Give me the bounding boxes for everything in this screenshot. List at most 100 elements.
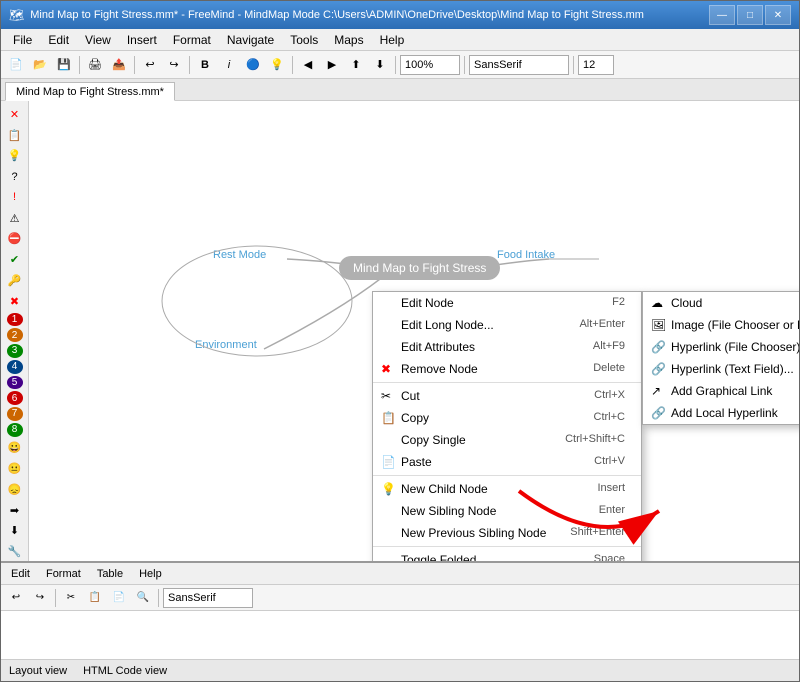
cm-paste[interactable]: 📄 Paste Ctrl+V (373, 451, 641, 473)
sidebar-arrow-1[interactable]: ➡ (4, 501, 26, 520)
bold-button[interactable]: B (194, 54, 216, 76)
sm-hyperlink-file[interactable]: 🔗 Hyperlink (File Chooser)... (643, 336, 799, 358)
bottom-format-bar: ↩ ↪ ✂ 📋 📄 🔍 (1, 585, 799, 611)
cm-new-sibling[interactable]: New Sibling Node Enter (373, 500, 641, 522)
menu-format[interactable]: Format (165, 31, 219, 49)
bottom-font-input[interactable] (163, 588, 253, 608)
sidebar-smiley-3[interactable]: 😞 (4, 480, 26, 499)
html-code-view-label[interactable]: HTML Code view (83, 665, 167, 677)
sidebar-num-6[interactable]: 6 (7, 391, 23, 405)
italic-button[interactable]: i (218, 54, 240, 76)
print-button[interactable]: 🖨 (84, 54, 106, 76)
app-window: 🗺 Mind Map to Fight Stress.mm* - FreeMin… (0, 0, 800, 682)
cm-cut[interactable]: ✂ Cut Ctrl+X (373, 385, 641, 407)
sidebar-tool-2[interactable]: 💡 (4, 147, 26, 166)
cm-toggle-folded[interactable]: Toggle Folded Space (373, 549, 641, 561)
sm-hyperlink-text[interactable]: 🔗 Hyperlink (Text Field)... (643, 358, 799, 380)
nav-up[interactable]: ⬆ (345, 54, 367, 76)
bottom-menu-format[interactable]: Format (40, 567, 87, 581)
sidebar-smiley-2[interactable]: 😐 (4, 459, 26, 478)
save-button[interactable]: 💾 (53, 54, 75, 76)
center-node-label: Mind Map to Fight Stress (353, 261, 486, 275)
menu-help[interactable]: Help (372, 31, 413, 49)
bottom-content-area[interactable] (1, 611, 799, 659)
sm-image[interactable]: 🖼 Image (File Chooser or Link)... (643, 314, 799, 336)
open-button[interactable]: 📂 (29, 54, 51, 76)
node-button[interactable]: 🔵 (242, 54, 264, 76)
bottom-undo[interactable]: ↩ (5, 587, 27, 609)
bottom-copy-btn[interactable]: 📋 (84, 587, 106, 609)
cm-new-child[interactable]: 💡 New Child Node Insert (373, 478, 641, 500)
center-node[interactable]: Mind Map to Fight Stress (339, 256, 500, 280)
menu-insert[interactable]: Insert (119, 31, 165, 49)
node-environment[interactable]: Environment (195, 339, 257, 351)
nav-fwd[interactable]: ▶ (321, 54, 343, 76)
bottom-paste-btn[interactable]: 📄 (108, 587, 130, 609)
sidebar-tool-1[interactable]: 📋 (4, 126, 26, 145)
minimize-button[interactable]: — (709, 5, 735, 25)
cm-edit-attributes[interactable]: Edit Attributes Alt+F9 (373, 336, 641, 358)
node-food-intake[interactable]: Food Intake (497, 249, 555, 261)
cm-edit-long-node[interactable]: Edit Long Node... Alt+Enter (373, 314, 641, 336)
cm-remove-node[interactable]: ✖ Remove Node Delete (373, 358, 641, 380)
font-size-input[interactable] (578, 55, 614, 75)
cm-sep-1 (373, 382, 641, 383)
sidebar-tool-10[interactable]: 🔧 (4, 542, 26, 561)
layout-view-label[interactable]: Layout view (9, 665, 67, 677)
sidebar-tool-5[interactable]: ⚠ (4, 209, 26, 228)
bottom-menu-edit[interactable]: Edit (5, 567, 36, 581)
context-menu: Edit Node F2 Edit Long Node... Alt+Enter… (372, 291, 642, 561)
sidebar-tool-9[interactable]: ✖ (4, 292, 26, 311)
bottom-panel: Edit Format Table Help ↩ ↪ ✂ 📋 📄 🔍 Layou… (1, 561, 799, 681)
sidebar-tool-4[interactable]: ! (4, 188, 26, 207)
close-button[interactable]: ✕ (765, 5, 791, 25)
cm-copy[interactable]: 📋 Copy Ctrl+C (373, 407, 641, 429)
sm-cloud[interactable]: ☁ Cloud (643, 292, 799, 314)
sidebar-num-3[interactable]: 3 (7, 344, 23, 358)
menu-bar: File Edit View Insert Format Navigate To… (1, 29, 799, 51)
idea-button[interactable]: 💡 (266, 54, 288, 76)
sm-add-local-hyperlink[interactable]: 🔗 Add Local Hyperlink (643, 402, 799, 424)
menu-navigate[interactable]: Navigate (219, 31, 282, 49)
menu-view[interactable]: View (77, 31, 119, 49)
canvas-area[interactable]: Mind Map to Fight Stress Rest Mode Food … (29, 101, 799, 561)
nav-down[interactable]: ⬇ (369, 54, 391, 76)
sidebar-num-7[interactable]: 7 (7, 407, 23, 421)
sidebar-num-2[interactable]: 2 (7, 328, 23, 342)
menu-maps[interactable]: Maps (326, 31, 371, 49)
sidebar-tool-8[interactable]: 🔑 (4, 271, 26, 290)
sidebar-close[interactable]: ✕ (4, 105, 26, 124)
cm-new-prev-sibling[interactable]: New Previous Sibling Node Shift+Enter (373, 522, 641, 544)
menu-file[interactable]: File (5, 31, 40, 49)
new-button[interactable]: 📄 (5, 54, 27, 76)
bottom-menu-help[interactable]: Help (133, 567, 168, 581)
sidebar-num-1[interactable]: 1 (7, 313, 23, 327)
main-tab[interactable]: Mind Map to Fight Stress.mm* (5, 82, 175, 101)
sidebar-arrow-2[interactable]: ⬇ (4, 522, 26, 541)
sidebar-tool-7[interactable]: ✔ (4, 250, 26, 269)
bottom-search[interactable]: 🔍 (132, 587, 154, 609)
sidebar-num-5[interactable]: 5 (7, 376, 23, 390)
node-rest-mode[interactable]: Rest Mode (213, 249, 266, 261)
sidebar-num-4[interactable]: 4 (7, 360, 23, 374)
export-button[interactable]: 📤 (108, 54, 130, 76)
nav-back[interactable]: ◀ (297, 54, 319, 76)
font-select[interactable] (469, 55, 569, 75)
menu-tools[interactable]: Tools (282, 31, 326, 49)
bottom-redo[interactable]: ↪ (29, 587, 51, 609)
sidebar-num-8[interactable]: 8 (7, 423, 23, 437)
bottom-cut[interactable]: ✂ (60, 587, 82, 609)
sidebar-tool-6[interactable]: ⛔ (4, 230, 26, 249)
toolbar-sep-3 (189, 56, 190, 74)
sm-add-graphical-link[interactable]: ↗ Add Graphical Link (643, 380, 799, 402)
sidebar-tool-3[interactable]: ? (4, 167, 26, 186)
cm-edit-node[interactable]: Edit Node F2 (373, 292, 641, 314)
menu-edit[interactable]: Edit (40, 31, 77, 49)
sidebar-smiley-1[interactable]: 😀 (4, 439, 26, 458)
zoom-input[interactable] (400, 55, 460, 75)
maximize-button[interactable]: □ (737, 5, 763, 25)
bottom-menu-table[interactable]: Table (91, 567, 129, 581)
redo-button[interactable]: ↪ (163, 54, 185, 76)
cm-copy-single[interactable]: Copy Single Ctrl+Shift+C (373, 429, 641, 451)
undo-button[interactable]: ↩ (139, 54, 161, 76)
